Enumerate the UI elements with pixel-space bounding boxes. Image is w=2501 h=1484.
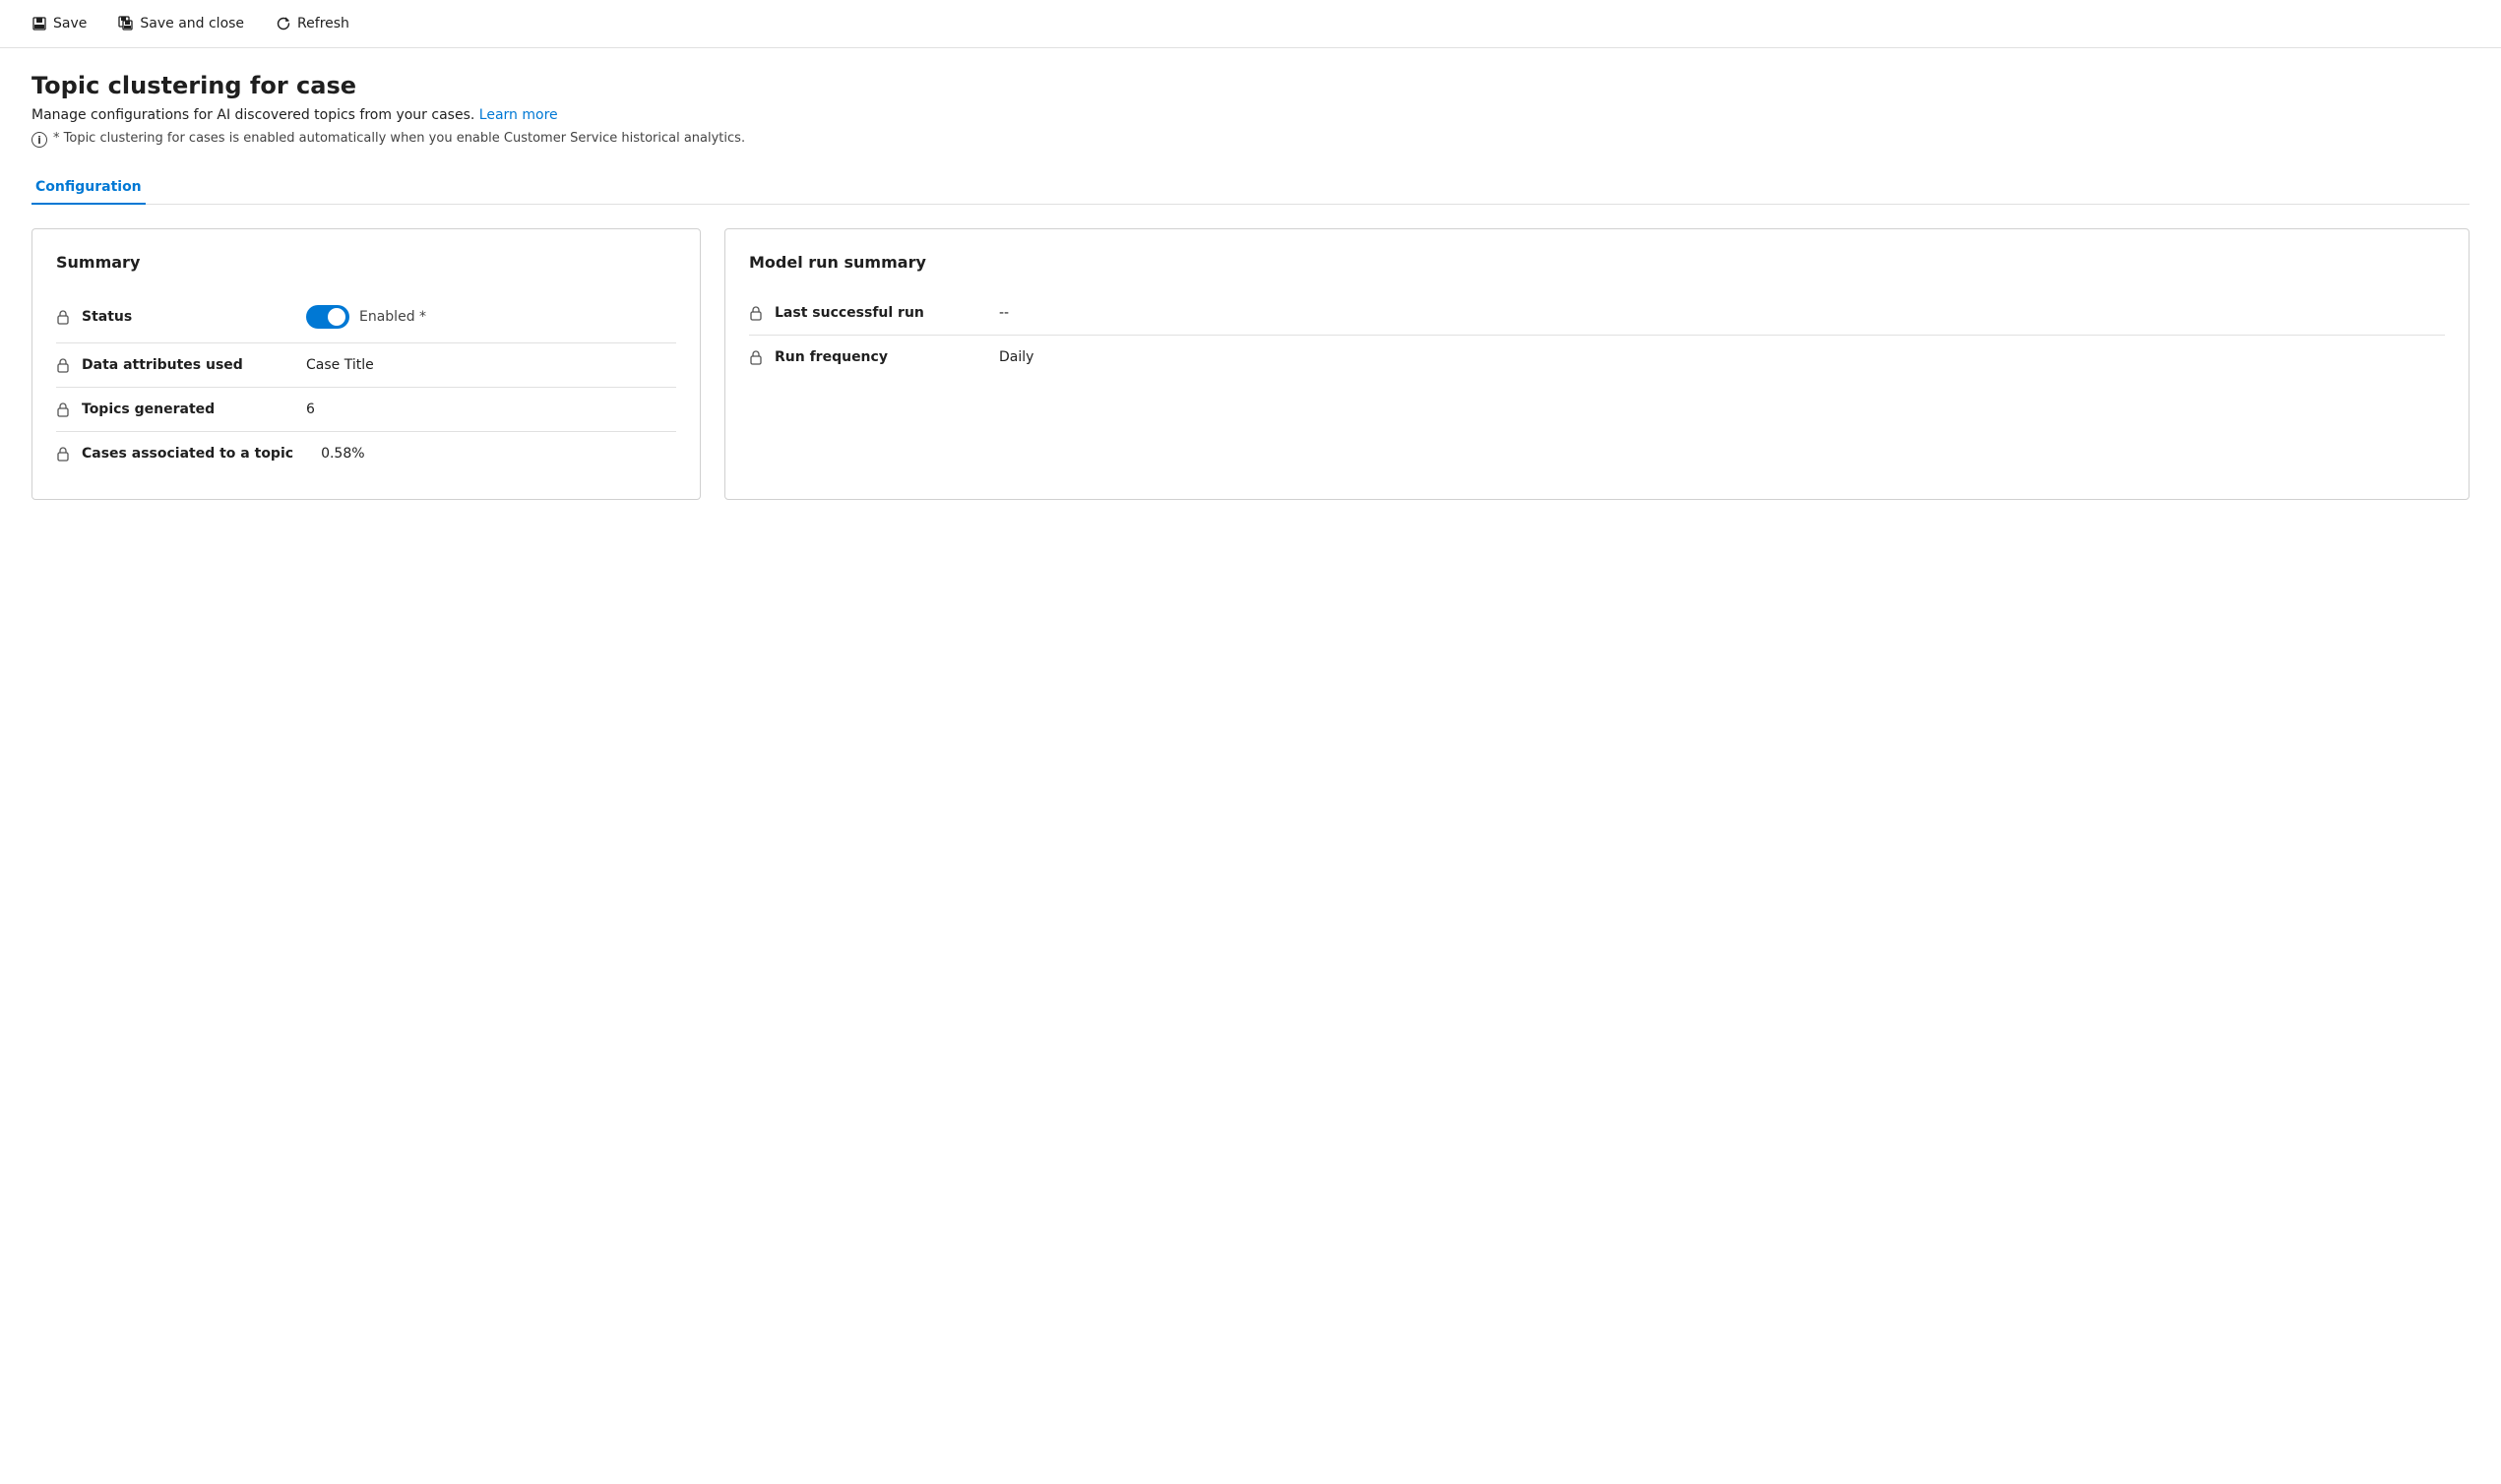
info-note: i * Topic clustering for cases is enable… bbox=[31, 131, 2470, 148]
summary-card-title: Summary bbox=[56, 253, 676, 272]
status-toggle-wrapper: Enabled * bbox=[306, 305, 426, 329]
info-note-text: * Topic clustering for cases is enabled … bbox=[53, 131, 745, 146]
save-button[interactable]: Save bbox=[16, 10, 102, 37]
topics-generated-row: Topics generated 6 bbox=[56, 388, 676, 432]
run-frequency-label: Run frequency bbox=[775, 349, 971, 365]
learn-more-link[interactable]: Learn more bbox=[479, 107, 558, 123]
data-attributes-value: Case Title bbox=[306, 357, 374, 373]
summary-card: Summary Status Enabled * bbox=[31, 228, 701, 500]
cases-associated-row: Cases associated to a topic 0.58% bbox=[56, 432, 676, 475]
description-text: Manage configurations for AI discovered … bbox=[31, 107, 474, 123]
refresh-icon bbox=[276, 16, 291, 31]
data-attributes-lock-icon bbox=[56, 357, 70, 373]
cases-associated-label: Cases associated to a topic bbox=[82, 446, 293, 462]
status-lock-icon bbox=[56, 309, 70, 325]
model-run-card: Model run summary Last successful run -- bbox=[724, 228, 2470, 500]
run-frequency-row: Run frequency Daily bbox=[749, 336, 2445, 379]
cards-row: Summary Status Enabled * bbox=[31, 228, 2470, 500]
page-content: Topic clustering for case Manage configu… bbox=[0, 48, 2501, 524]
model-run-card-title: Model run summary bbox=[749, 253, 2445, 272]
last-run-row: Last successful run -- bbox=[749, 291, 2445, 336]
tabs: Configuration bbox=[31, 171, 2470, 205]
data-attributes-row: Data attributes used Case Title bbox=[56, 343, 676, 388]
info-icon: i bbox=[31, 132, 47, 148]
save-label: Save bbox=[53, 16, 87, 31]
refresh-button[interactable]: Refresh bbox=[260, 10, 365, 37]
toggle-slider bbox=[306, 305, 349, 329]
run-frequency-lock-icon bbox=[749, 349, 763, 365]
save-close-button[interactable]: Save and close bbox=[102, 10, 260, 37]
page-title: Topic clustering for case bbox=[31, 72, 2470, 99]
save-close-icon bbox=[118, 16, 134, 31]
status-toggle[interactable] bbox=[306, 305, 349, 329]
toolbar: Save Save and close Refresh bbox=[0, 0, 2501, 48]
last-run-lock-icon bbox=[749, 305, 763, 321]
topics-generated-value: 6 bbox=[306, 402, 315, 417]
status-label: Status bbox=[82, 309, 279, 325]
save-close-label: Save and close bbox=[140, 16, 244, 31]
topics-generated-label: Topics generated bbox=[82, 402, 279, 417]
save-icon bbox=[31, 16, 47, 31]
last-run-value: -- bbox=[999, 305, 1009, 321]
run-frequency-value: Daily bbox=[999, 349, 1033, 365]
tab-configuration[interactable]: Configuration bbox=[31, 171, 146, 205]
toggle-text: Enabled * bbox=[359, 309, 426, 325]
data-attributes-label: Data attributes used bbox=[82, 357, 279, 373]
topics-generated-lock-icon bbox=[56, 402, 70, 417]
status-row: Status Enabled * bbox=[56, 291, 676, 343]
refresh-label: Refresh bbox=[297, 16, 349, 31]
page-description: Manage configurations for AI discovered … bbox=[31, 107, 2470, 123]
cases-associated-lock-icon bbox=[56, 446, 70, 462]
cases-associated-value: 0.58% bbox=[321, 446, 364, 462]
last-run-label: Last successful run bbox=[775, 305, 971, 321]
